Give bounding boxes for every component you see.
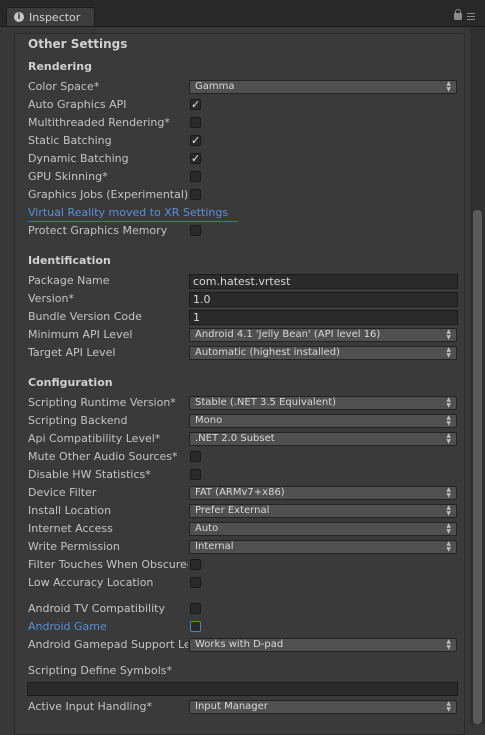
dropdown-arrows-icon: ▲ ▼ (446, 486, 451, 499)
scripting-backend-label: Scripting Backend (28, 414, 128, 427)
identification-title: Identification (28, 254, 111, 267)
package-name-field[interactable]: com.hatest.vrtest (189, 274, 458, 289)
device-filter-value: FAT (ARMv7+x86) (195, 487, 285, 498)
gamepad-support-dropdown[interactable]: Works with D-pad ▲ ▼ (189, 638, 457, 652)
bundle-version-code-label: Bundle Version Code (28, 310, 142, 323)
graphics-jobs-checkbox[interactable] (190, 189, 201, 200)
bundle-version-code-field[interactable]: 1 (189, 310, 458, 325)
rendering-title: Rendering (28, 60, 92, 73)
multithreaded-rendering-label: Multithreaded Rendering* (28, 116, 170, 129)
android-tv-compat-label: Android TV Compatibility (28, 602, 165, 615)
dropdown-arrows-icon: ▲ ▼ (446, 700, 451, 713)
target-api-level-label: Target API Level (28, 346, 116, 359)
scripting-define-symbols-field[interactable] (27, 682, 458, 696)
low-accuracy-location-checkbox[interactable] (190, 577, 201, 588)
internet-access-label: Internet Access (28, 522, 113, 535)
gamepad-support-label: Android Gamepad Support Level (28, 638, 188, 651)
api-compat-dropdown[interactable]: .NET 2.0 Subset ▲ ▼ (189, 432, 457, 446)
low-accuracy-location-label: Low Accuracy Location (28, 576, 154, 589)
device-filter-dropdown[interactable]: FAT (ARMv7+x86) ▲ ▼ (189, 486, 457, 500)
android-tv-compat-checkbox[interactable] (190, 603, 201, 614)
mute-other-audio-checkbox[interactable] (190, 451, 201, 462)
gpu-skinning-label: GPU Skinning* (28, 170, 108, 183)
other-settings-title[interactable]: Other Settings (28, 37, 127, 51)
api-compat-value: .NET 2.0 Subset (195, 433, 275, 444)
auto-graphics-api-label: Auto Graphics API (28, 98, 127, 111)
min-api-level-label: Minimum API Level (28, 328, 133, 341)
window-tab-bar: i Inspector (0, 0, 485, 27)
active-input-handling-label: Active Input Handling* (28, 700, 153, 713)
dropdown-arrows-icon: ▲ ▼ (446, 504, 451, 517)
active-input-handling-dropdown[interactable]: Input Manager ▲ ▼ (189, 700, 457, 714)
device-filter-label: Device Filter (28, 486, 97, 499)
scripting-runtime-dropdown[interactable]: Stable (.NET 3.5 Equivalent) ▲ ▼ (189, 396, 457, 410)
api-compat-label: Api Compatibility Level* (28, 432, 161, 445)
link-underline (28, 221, 238, 222)
install-location-label: Install Location (28, 504, 112, 517)
scripting-runtime-value: Stable (.NET 3.5 Equivalent) (195, 397, 337, 408)
lock-icon[interactable] (454, 9, 462, 20)
target-api-level-dropdown[interactable]: Automatic (highest installed) ▲ ▼ (189, 346, 457, 360)
auto-graphics-api-checkbox[interactable]: ✓ (190, 99, 201, 110)
install-location-value: Prefer External (195, 505, 270, 516)
internet-access-value: Auto (195, 523, 219, 534)
color-space-label: Color Space* (28, 80, 100, 93)
gamepad-support-value: Works with D-pad (195, 639, 284, 650)
color-space-value: Gamma (195, 81, 235, 92)
vr-settings-link[interactable]: Virtual Reality moved to XR Settings (28, 206, 228, 219)
protect-graphics-memory-label: Protect Graphics Memory (28, 224, 168, 237)
android-game-label: Android Game (28, 620, 107, 633)
scripting-backend-dropdown[interactable]: Mono ▲ ▼ (189, 414, 457, 428)
version-label: Version* (28, 292, 74, 305)
package-name-label: Package Name (28, 274, 110, 287)
filter-touches-checkbox[interactable] (190, 559, 201, 570)
dropdown-arrows-icon: ▲ ▼ (446, 396, 451, 409)
android-game-checkbox[interactable] (190, 621, 201, 632)
dropdown-arrows-icon: ▲ ▼ (446, 540, 451, 553)
target-api-level-value: Automatic (highest installed) (195, 347, 340, 358)
dropdown-arrows-icon: ▲ ▼ (446, 638, 451, 651)
dynamic-batching-label: Dynamic Batching (28, 152, 129, 165)
dropdown-arrows-icon: ▲ ▼ (446, 80, 451, 93)
version-field[interactable]: 1.0 (189, 292, 458, 307)
tab-inspector[interactable]: i Inspector (6, 7, 95, 26)
min-api-level-dropdown[interactable]: Android 4.1 'Jelly Bean' (API level 16) ▲… (189, 328, 457, 342)
scripting-define-symbols-label: Scripting Define Symbols* (28, 664, 173, 677)
dropdown-arrows-icon: ▲ ▼ (446, 346, 451, 359)
configuration-title: Configuration (28, 376, 113, 389)
disable-hw-stats-label: Disable HW Statistics* (28, 468, 151, 481)
install-location-dropdown[interactable]: Prefer External ▲ ▼ (189, 504, 457, 518)
disable-hw-stats-checkbox[interactable] (190, 469, 201, 480)
internet-access-dropdown[interactable]: Auto ▲ ▼ (189, 522, 457, 536)
mute-other-audio-label: Mute Other Audio Sources* (28, 450, 178, 463)
static-batching-label: Static Batching (28, 134, 112, 147)
gpu-skinning-checkbox[interactable] (190, 171, 201, 182)
min-api-level-value: Android 4.1 'Jelly Bean' (API level 16) (195, 329, 381, 340)
write-permission-dropdown[interactable]: Internal ▲ ▼ (189, 540, 457, 554)
graphics-jobs-label: Graphics Jobs (Experimental)* (28, 188, 188, 201)
dropdown-arrows-icon: ▲ ▼ (446, 432, 451, 445)
dynamic-batching-checkbox[interactable]: ✓ (190, 153, 201, 164)
filter-touches-label: Filter Touches When Obscured (28, 558, 188, 571)
protect-graphics-memory-checkbox[interactable] (190, 225, 201, 236)
scrollbar-thumb[interactable] (473, 210, 482, 724)
dropdown-arrows-icon: ▲ ▼ (446, 414, 451, 427)
dropdown-arrows-icon: ▲ ▼ (446, 328, 451, 341)
scripting-backend-value: Mono (195, 415, 223, 426)
info-icon: i (14, 12, 24, 22)
static-batching-checkbox[interactable]: ✓ (190, 135, 201, 146)
color-space-dropdown[interactable]: Gamma ▲ ▼ (189, 80, 457, 94)
tab-label: Inspector (29, 11, 81, 24)
multithreaded-rendering-checkbox[interactable] (190, 117, 201, 128)
scripting-runtime-label: Scripting Runtime Version* (28, 396, 176, 409)
active-input-handling-value: Input Manager (195, 701, 268, 712)
write-permission-label: Write Permission (28, 540, 120, 553)
dropdown-arrows-icon: ▲ ▼ (446, 522, 451, 535)
menu-icon[interactable] (467, 13, 475, 22)
write-permission-value: Internal (195, 541, 234, 552)
